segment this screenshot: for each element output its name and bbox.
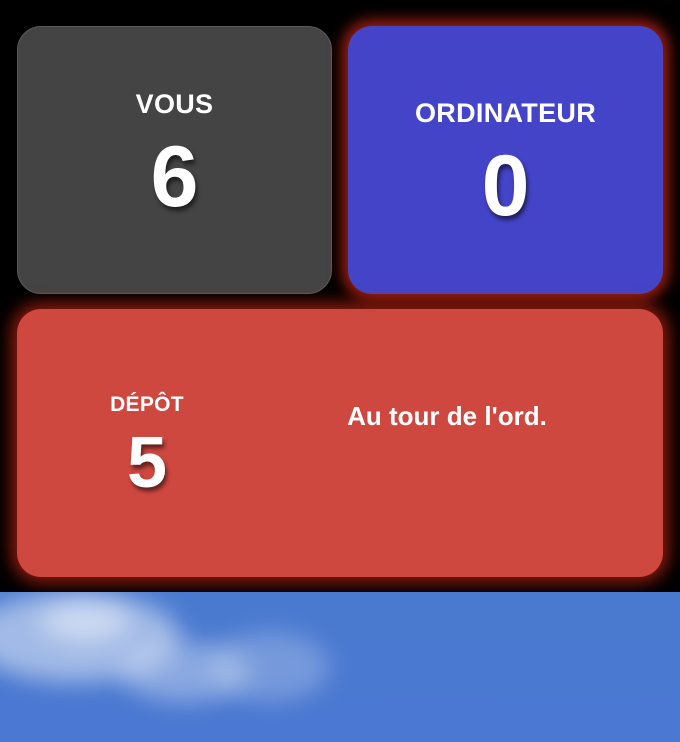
sky-background (0, 592, 680, 742)
computer-score-card: ORDINATEUR 0 (348, 26, 663, 294)
pile-counter: DÉPÔT 5 (77, 393, 217, 499)
scoreboard-area: VOUS 6 ORDINATEUR 0 DÉPÔT 5 Au tour de l… (0, 0, 680, 592)
computer-score: 0 (481, 138, 530, 234)
computer-label: ORDINATEUR (415, 98, 596, 128)
player-score: 6 (150, 129, 199, 225)
pile-card[interactable]: DÉPÔT 5 Au tour de l'ord. (17, 309, 663, 577)
player-score-card: VOUS 6 (17, 26, 332, 294)
turn-status-message: Au tour de l'ord. (347, 401, 547, 431)
player-label: VOUS (135, 89, 214, 119)
cloud-image (40, 602, 130, 642)
pile-count: 5 (126, 423, 168, 503)
cloud-image (210, 632, 330, 702)
pile-label: DÉPÔT (110, 393, 184, 416)
game-screen: VOUS 6 ORDINATEUR 0 DÉPÔT 5 Au tour de l… (0, 0, 680, 742)
